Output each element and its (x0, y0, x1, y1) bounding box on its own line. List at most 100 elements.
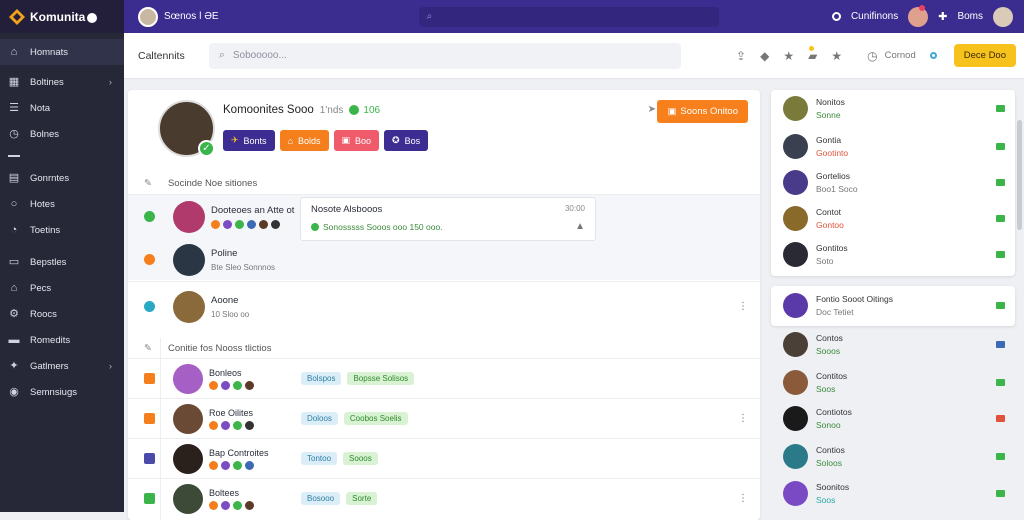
reaction-icon (221, 460, 230, 470)
sidebar-item[interactable]: ◉ Semnsiugs (0, 379, 124, 405)
tag-icon[interactable]: ◆ (760, 49, 769, 63)
notification-icon[interactable]: ▰ (808, 45, 817, 63)
list-item[interactable]: Contitos Soos (783, 370, 1005, 395)
sidebar-item[interactable]: ▭ Bepstles (0, 249, 124, 275)
status-square-icon (144, 413, 155, 424)
check-icon (349, 105, 360, 115)
member-sub: Sooos (816, 346, 841, 356)
list-item[interactable]: Contios Soloos (783, 444, 1005, 469)
sidebar-item-home[interactable]: ⌂ Homnats (0, 39, 124, 65)
avatar (173, 290, 205, 323)
profile-avatar[interactable]: ✓ (158, 100, 215, 157)
section-header: ✎ Conitie fos Nooss tlictios (128, 338, 760, 358)
circle-icon: ○ (10, 198, 18, 210)
profile-tab-button[interactable]: ✈ Bonts (223, 130, 275, 151)
event-card[interactable]: Nosote Alsbooos 30:00 Sonosssss Sooos oo… (300, 197, 596, 241)
reaction-icon (233, 420, 242, 430)
content-divider (160, 338, 161, 520)
gear-icon[interactable]: ✚ (938, 10, 947, 23)
list-item-name: Dooteoes an Atte ot (211, 204, 295, 216)
sidebar-item[interactable]: ⚙ Roocs (0, 301, 124, 327)
profile-tab-button[interactable]: ▣ Boo (333, 130, 380, 151)
list-item[interactable]: Gontia Gootinto (783, 134, 1005, 159)
topbar-item[interactable]: Boms (957, 11, 983, 22)
member-sub: Sonoo (816, 420, 841, 430)
list-item-name: Aoone (211, 294, 239, 306)
sidebar-item[interactable]: ⌂ Pecs (0, 275, 124, 301)
profile-tab-button[interactable]: ✪ Bos (384, 130, 429, 151)
more-icon[interactable]: ⋮ (738, 301, 748, 312)
sidebar-item[interactable]: ▬ Romedits (0, 327, 124, 353)
member-sub: Gootinto (816, 148, 849, 158)
top-bar: Komunita Sœnos ǀ ƏE ⌕ Cunifinons ✚ Boms (0, 0, 1024, 33)
table-row[interactable]: Bap Controites Tontoo Sooos (128, 438, 760, 478)
status-badge (996, 415, 1005, 422)
search-placeholder: Sobooooo... (232, 50, 287, 61)
document-icon: ▤ (8, 172, 20, 184)
avatar (783, 134, 808, 159)
profile-score: 106 (363, 104, 381, 116)
sidebar-item-label: Semnsiugs (30, 386, 77, 398)
brand[interactable]: Komunita (0, 0, 124, 33)
status-icon[interactable] (831, 12, 841, 21)
reaction-icon (221, 380, 230, 390)
sidebar-item[interactable]: ▤ Gonrntes (0, 165, 124, 191)
sidebar-item[interactable]: ○ Hotes (0, 191, 124, 217)
send-icon[interactable]: ➤ (648, 104, 656, 115)
list-item[interactable]: Aoone 10 Sloo oo ⋮ (128, 281, 760, 331)
table-row[interactable]: Bonleos Bolspos Bopsse Solisos (128, 358, 760, 398)
folder-icon: ▬ (8, 334, 20, 346)
topbar-search[interactable]: ⌕ (418, 6, 719, 27)
list-item[interactable]: Soonitos Soos (783, 481, 1005, 506)
status-dot-icon (144, 254, 155, 265)
profile-action-button[interactable]: ▣ Soons Onitoo (657, 100, 748, 123)
primary-action-button[interactable]: Dece Doo (953, 44, 1016, 67)
pin-icon: ✎ (144, 177, 152, 189)
avatar (138, 6, 158, 27)
avatar[interactable] (993, 6, 1013, 27)
card-details: Sonosssss Sooos ooo 150 ooo. (323, 221, 443, 232)
profile-tab-button[interactable]: ⌂ Bolds (279, 130, 329, 151)
status-square-icon (144, 493, 155, 504)
reaction-icon (209, 420, 218, 430)
sidebar-item[interactable]: ◷ Bolnes (0, 121, 124, 147)
more-icon[interactable]: ⋮ (738, 493, 748, 504)
more-icon[interactable]: ⋮ (738, 413, 748, 424)
table-row[interactable]: Roe Oilites Doloos Coobos Soelis ⋮ (128, 398, 760, 438)
check-icon (311, 222, 319, 231)
list-item[interactable]: Contos Sooos (783, 332, 1005, 357)
list-item[interactable]: Dooteoes an Atte ot Nosote Alsbooos 30:0… (128, 194, 760, 280)
card-time: 30:00 (564, 204, 585, 213)
featured-card[interactable]: Fontio Sooot Oitings Doc Tetiet (771, 286, 1015, 326)
sidebar-item-label: Gatlmers (30, 360, 69, 372)
header-right-label[interactable]: Cornod (885, 50, 916, 61)
status-badge (996, 302, 1005, 309)
share-icon[interactable]: ⇪ (736, 49, 746, 63)
member-name: Soonitos (816, 482, 850, 492)
divider-icon (8, 155, 20, 157)
tag: Bosooo (301, 492, 341, 505)
list-item[interactable]: Nonitos Sonne (783, 96, 1005, 121)
sidebar-item[interactable]: ☰ Nota (0, 95, 124, 121)
reaction-icon (235, 219, 244, 229)
list-item[interactable]: Gortelios Boo1 Soco (783, 170, 1005, 195)
star-icon[interactable]: ★ (783, 49, 794, 63)
avatar[interactable] (908, 4, 929, 27)
sidebar-item[interactable]: ▦ Boltines › (0, 69, 124, 95)
briefcase-icon: ▭ (8, 256, 20, 268)
table-row[interactable]: Boltees Bosooo Sorte ⋮ (128, 478, 760, 518)
topbar-user[interactable]: Sœnos ǀ ƏE (138, 6, 219, 27)
search-input[interactable]: ⌕ Sobooooo... (208, 42, 681, 69)
sidebar-item[interactable]: ✦ Gatlmers › (0, 353, 124, 379)
list-item[interactable]: Contot Gontoo (783, 206, 1005, 231)
scrollbar[interactable] (1017, 120, 1022, 230)
topbar-item[interactable]: Cunifinons (851, 11, 898, 22)
clock-icon[interactable]: ◷ (867, 49, 877, 63)
star-icon[interactable]: ★ (831, 49, 842, 63)
status-square-icon (144, 453, 155, 464)
list-item[interactable]: Gontitos Soto (783, 242, 1005, 267)
list-item[interactable]: Contiotos Sonoo (783, 406, 1005, 431)
featured-item[interactable]: Fontio Sooot Oitings Doc Tetiet (783, 293, 1005, 318)
calendar-icon: ▣ (341, 135, 351, 145)
sidebar-item[interactable]: ◔ Toetins (0, 217, 124, 243)
